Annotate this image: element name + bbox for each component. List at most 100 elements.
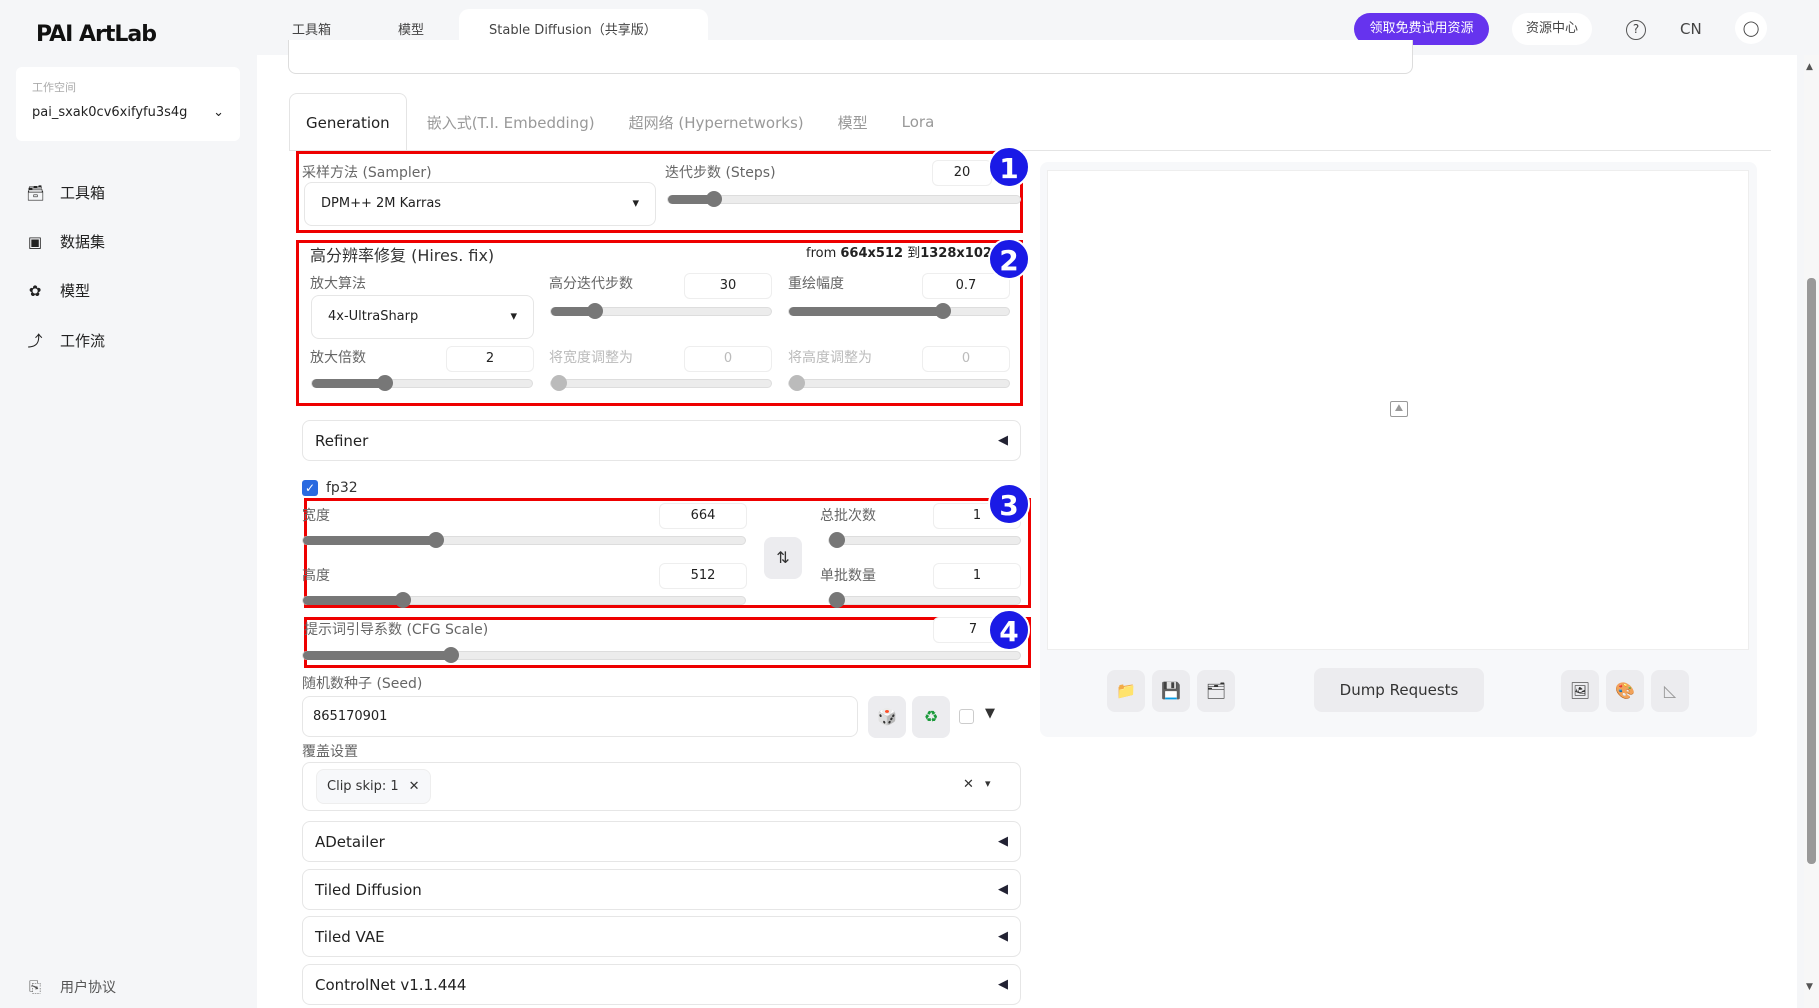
send-to-img2img-button[interactable]: 🖼 [1561,670,1599,712]
tiled-vae-accordion[interactable]: Tiled VAE ◀ [302,916,1021,957]
help-icon[interactable]: ? [1626,20,1646,40]
height-slider[interactable] [302,592,746,608]
sidebar-item-toolbox[interactable]: 🗃 工具箱 [26,182,105,203]
slider-thumb[interactable] [551,375,567,391]
extra-seed-toggle-icon[interactable]: ▼ [985,706,995,721]
slider-thumb[interactable] [587,303,603,319]
width-input[interactable]: 664 [659,503,747,529]
slider-fill [789,307,943,316]
cfg-slider[interactable] [302,647,1021,663]
scale-slider[interactable] [311,375,533,391]
height-input[interactable]: 512 [659,563,747,589]
resource-center-button[interactable]: 资源中心 [1512,13,1592,45]
fp32-checkbox[interactable]: ✓ [302,480,318,496]
slider-thumb[interactable] [705,191,722,207]
fp32-label: fp32 [326,480,358,496]
batch-size-input[interactable]: 1 [933,563,1021,589]
collapse-triangle-icon: ◀ [998,433,1008,448]
swap-dimensions-button[interactable]: ⇅ [764,537,802,579]
adetailer-accordion[interactable]: ADetailer ◀ [302,821,1021,862]
sidebar-item-model[interactable]: ✿ 模型 [26,280,90,301]
slider-fill [303,536,436,545]
seed-label: 随机数种子 (Seed) [302,676,423,692]
upscaler-label: 放大算法 [310,276,366,292]
override-label: 覆盖设置 [302,744,358,760]
slider-thumb[interactable] [394,592,411,608]
sampler-value: DPM++ 2M Karras [321,196,442,211]
tab-generation[interactable]: Generation [289,93,407,151]
chip-label: Clip skip: 1 [327,779,399,794]
slider-thumb[interactable] [789,375,805,391]
workspace-name: pai_sxak0cv6xifyfu3s4g [32,105,188,120]
user-icon[interactable]: ◯ [1735,12,1767,44]
workspace-selector[interactable]: 工作空间 pai_sxak0cv6xifyfu3s4g ⌄ [16,67,240,141]
chip-remove-icon[interactable]: ✕ [409,779,420,794]
dump-requests-button[interactable]: Dump Requests [1314,668,1484,712]
scale-input[interactable]: 2 [446,346,534,372]
scroll-down-icon[interactable]: ▼ [1806,982,1813,992]
prompt-textarea[interactable] [288,40,1413,74]
accordion-label: ControlNet v1.1.444 [315,975,467,994]
language-switch[interactable]: CN [1680,20,1702,38]
controlnet-accordion[interactable]: ControlNet v1.1.444 ◀ [302,964,1021,1005]
sidebar-item-dataset[interactable]: ▣ 数据集 [26,231,105,252]
width-slider[interactable] [302,532,746,548]
dataset-icon: ▣ [27,232,43,251]
slider-thumb[interactable] [829,592,845,608]
hires-info: from 664x512 到1328x1024 [806,242,1001,261]
reuse-seed-recycle-button[interactable]: ♻ [912,696,950,738]
accordion-label: Tiled VAE [315,927,385,946]
denoise-input[interactable]: 0.7 [922,273,1010,299]
resize-height-slider[interactable] [788,375,1010,391]
sidebar-item-workflow[interactable]: ⤴ 工作流 [26,330,105,351]
user-agreement-link[interactable]: ⎘ 用户协议 [26,977,116,997]
resize-height-input[interactable]: 0 [922,346,1010,372]
scrollbar-thumb[interactable] [1807,278,1816,864]
denoise-slider[interactable] [788,303,1010,319]
upscaler-select[interactable]: 4x-UltraSharp ▾ [311,295,534,339]
collapse-triangle-icon: ◀ [998,977,1008,992]
clear-override-icon[interactable]: ✕ [963,777,974,792]
slider-thumb[interactable] [376,375,393,391]
scroll-up-icon[interactable]: ▲ [1806,62,1813,72]
override-dropdown-icon[interactable]: ▾ [985,777,991,790]
sampler-select[interactable]: DPM++ 2M Karras ▾ [304,182,656,226]
workspace-label: 工作空间 [32,81,76,94]
batch-count-label: 总批次数 [820,508,876,524]
random-seed-dice-button[interactable]: 🎲 [868,696,906,738]
tab-hypernetworks[interactable]: 超网络 (Hypernetworks) [629,112,804,133]
open-folder-button[interactable]: 📁 [1107,670,1145,712]
slider-fill [303,651,452,660]
badge-4: 4 [988,609,1030,651]
slider-thumb[interactable] [935,303,951,319]
batch-count-slider[interactable] [828,532,1021,548]
slider-thumb[interactable] [829,532,845,548]
upscaler-value: 4x-UltraSharp [328,309,419,324]
save-button[interactable]: 💾 [1152,670,1190,712]
send-to-inpaint-button[interactable]: 🎨 [1606,670,1644,712]
resize-width-slider[interactable] [550,375,772,391]
toolbox-icon: 🗃 [26,183,46,202]
collapse-triangle-icon: ◀ [998,834,1008,849]
tiled-diffusion-accordion[interactable]: Tiled Diffusion ◀ [302,869,1021,910]
info-from: 664x512 [840,246,904,261]
zip-save-button[interactable]: 🗂 [1197,670,1235,712]
resize-width-input[interactable]: 0 [684,346,772,372]
refiner-accordion[interactable]: Refiner ◀ [302,420,1021,461]
send-to-extras-button[interactable]: ◺ [1651,670,1689,712]
extra-seed-checkbox[interactable] [959,709,974,724]
cfg-label: 提示词引导系数 (CFG Scale) [304,622,489,638]
steps-input[interactable]: 20 [932,160,992,186]
hr-steps-input[interactable]: 30 [684,273,772,299]
slider-fill [303,596,403,605]
accordion-label: Refiner [315,431,369,450]
seed-input[interactable]: 865170901 [302,696,858,737]
tab-lora[interactable]: Lora [902,113,935,131]
tab-embedding[interactable]: 嵌入式(T.I. Embedding) [427,112,595,133]
steps-slider[interactable] [667,191,1021,207]
slider-thumb[interactable] [427,532,444,548]
batch-size-slider[interactable] [828,592,1021,608]
collapse-triangle-icon: ◀ [998,929,1008,944]
tab-model[interactable]: 模型 [838,112,868,133]
hr-steps-slider[interactable] [550,303,772,319]
